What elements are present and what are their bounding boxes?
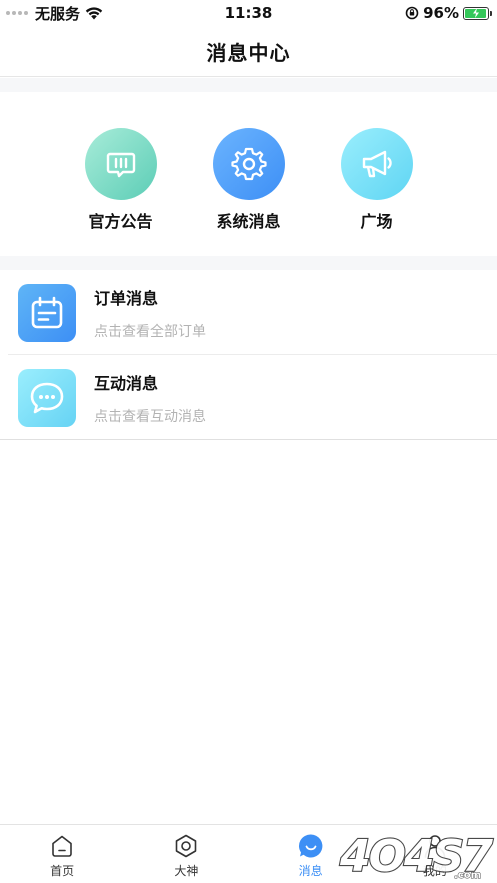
category-label: 系统消息 [216, 212, 281, 231]
tab-masters[interactable]: 大神 [124, 825, 248, 883]
signal-icon [6, 11, 28, 15]
person-icon [424, 835, 446, 858]
category-label: 广场 [360, 212, 393, 231]
category-square[interactable]: 广场 [340, 128, 414, 256]
msg-text: 互动消息 点击查看互动消息 [94, 370, 206, 426]
section-gap [0, 78, 497, 92]
tab-label: 消息 [298, 864, 323, 878]
category-circle [212, 128, 285, 200]
tab-label: 我的 [422, 864, 447, 878]
page-title: 消息中心 [206, 40, 291, 65]
list-item-interaction-messages[interactable]: 互动消息 点击查看互动消息 [0, 355, 497, 440]
msg-text: 订单消息 点击查看全部订单 [94, 285, 206, 341]
battery-percent: 96% [423, 4, 459, 22]
calendar-icon [31, 296, 63, 328]
status-left: 无服务 [6, 3, 103, 24]
category-label: 官方公告 [88, 212, 153, 231]
tab-home[interactable]: 首页 [0, 825, 124, 883]
home-icon [52, 835, 72, 857]
chat-bubble-icon [30, 382, 64, 413]
status-time: 11:38 [224, 4, 273, 22]
wifi-icon [85, 6, 103, 19]
category-row: 官方公告 系统消息 广场 [0, 92, 497, 256]
tab-label: 首页 [50, 864, 75, 878]
gear-icon [230, 147, 267, 181]
msg-subtitle: 点击查看互动消息 [94, 408, 206, 425]
category-circle [84, 128, 157, 200]
announcement-icon [106, 152, 135, 178]
message-icon [298, 834, 323, 858]
tab-label: 大神 [174, 864, 199, 878]
msg-title: 互动消息 [94, 373, 159, 393]
msg-title: 订单消息 [94, 288, 159, 308]
msg-subtitle: 点击查看全部订单 [94, 323, 206, 340]
section-gap [0, 256, 497, 270]
message-list: 订单消息 点击查看全部订单 互动消息 点击查看互动消息 [0, 270, 497, 440]
carrier-label: 无服务 [35, 4, 81, 23]
status-bar: 无服务 11:38 96% [0, 0, 497, 26]
msg-icon-tile [18, 368, 76, 427]
tab-bar: 首页 大神 消息 我的 [0, 824, 497, 883]
tab-messages[interactable]: 消息 [249, 825, 373, 883]
divider [0, 439, 497, 440]
nav-bar: 消息中心 [0, 26, 497, 77]
msg-icon-tile [18, 283, 76, 342]
category-circle [340, 128, 413, 200]
tab-profile[interactable]: 我的 [373, 825, 497, 883]
category-system-message[interactable]: 系统消息 [212, 128, 286, 256]
megaphone-icon [362, 150, 392, 178]
category-official-announcement[interactable]: 官方公告 [84, 128, 158, 256]
hexagon-icon [176, 834, 197, 858]
list-item-order-messages[interactable]: 订单消息 点击查看全部订单 [0, 270, 497, 355]
orientation-lock-icon [405, 6, 419, 20]
battery-icon [463, 6, 492, 20]
status-right: 96% [405, 4, 492, 22]
